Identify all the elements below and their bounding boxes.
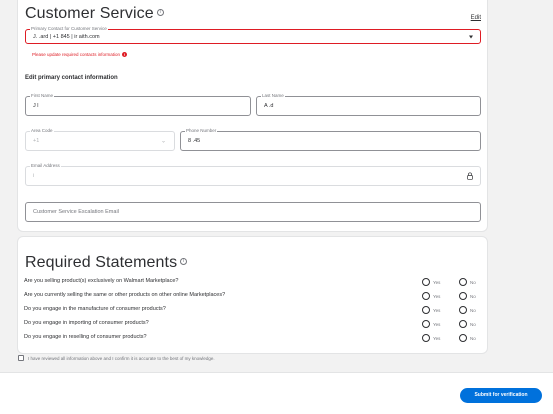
- primary-contact-label: Primary Contact for Customer Service: [30, 26, 108, 32]
- question-text: Do you engage in importing of consumer p…: [24, 320, 149, 326]
- radio-circle[interactable]: [422, 334, 430, 342]
- question-text: Are you selling product(s) exclusively o…: [24, 278, 179, 284]
- last-name-label: Last Name: [261, 93, 285, 99]
- no-radio[interactable]: No: [459, 334, 476, 342]
- question-text: Do you engage in the manufacture of cons…: [24, 306, 166, 312]
- info-icon[interactable]: i: [156, 9, 164, 17]
- area-code-select: Area Code +1 ⌄: [25, 128, 175, 151]
- yes-label: Yes: [433, 279, 441, 285]
- escalation-email-field[interactable]: Customer Service Escalation Email: [25, 202, 481, 222]
- edit-link[interactable]: Edit: [471, 15, 481, 21]
- last-name-field[interactable]: Last Name A .d: [256, 93, 481, 116]
- no-radio[interactable]: No: [459, 306, 476, 314]
- error-text: Please update required contacts informat…: [32, 52, 121, 57]
- caret-down-icon[interactable]: [469, 35, 473, 38]
- yes-radio[interactable]: Yes: [422, 334, 440, 342]
- yes-radio[interactable]: Yes: [422, 292, 440, 300]
- phone-number-value: 8 .45: [188, 138, 201, 144]
- area-code-label: Area Code: [30, 128, 54, 134]
- first-name-field[interactable]: First Name J l: [25, 93, 251, 116]
- first-name-value: J l: [33, 103, 39, 109]
- chevron-down-icon: ⌄: [160, 138, 166, 145]
- email-value: i: [33, 173, 35, 179]
- radio-circle[interactable]: [459, 278, 467, 286]
- footer-bar: Submit for verification: [0, 372, 553, 414]
- info-icon[interactable]: i: [180, 258, 188, 266]
- section-title: Required Statements: [25, 254, 178, 271]
- email-label: Email Address: [30, 163, 61, 169]
- section-title: Customer Service: [25, 5, 154, 22]
- radio-circle[interactable]: [422, 320, 430, 328]
- no-label: No: [470, 321, 476, 327]
- primary-contact-error: Please update required contacts informat…: [32, 52, 128, 57]
- email-field: Email Address i: [25, 163, 481, 186]
- no-label: No: [470, 335, 476, 341]
- question-text: Are you currently selling the same or ot…: [24, 292, 226, 298]
- yes-label: Yes: [433, 335, 441, 341]
- area-code-value: +1: [33, 138, 40, 144]
- phone-number-field[interactable]: Phone Number 8 .45: [180, 128, 481, 151]
- yes-label: Yes: [433, 293, 441, 299]
- confirmation-checkbox[interactable]: [18, 355, 24, 361]
- no-radio[interactable]: No: [459, 292, 476, 300]
- yes-radio[interactable]: Yes: [422, 278, 440, 286]
- edit-contact-heading: Edit primary contact information: [25, 75, 118, 81]
- radio-circle[interactable]: [459, 306, 467, 314]
- error-icon: !: [122, 52, 128, 57]
- escalation-email-placeholder: Customer Service Escalation Email: [33, 209, 119, 215]
- no-label: No: [470, 307, 476, 313]
- primary-contact-value: J. .ard | +1 845 | ir aith.com: [33, 33, 100, 40]
- yes-radio[interactable]: Yes: [422, 320, 440, 328]
- phone-number-label: Phone Number: [185, 128, 218, 134]
- confirmation-label: I have reviewed all information above an…: [28, 355, 215, 361]
- first-name-label: First Name: [30, 93, 55, 99]
- yes-label: Yes: [433, 307, 441, 313]
- yes-radio[interactable]: Yes: [422, 306, 440, 314]
- lock-icon: [467, 172, 473, 180]
- customer-service-card: Customer Service i Edit Primary Contact f…: [17, 0, 488, 232]
- no-radio[interactable]: No: [459, 320, 476, 328]
- radio-circle[interactable]: [422, 278, 430, 286]
- required-statements-heading: Required Statements i: [25, 254, 188, 272]
- radio-circle[interactable]: [422, 292, 430, 300]
- no-label: No: [470, 293, 476, 299]
- question-text: Do you engage in reselling of consumer p…: [24, 334, 147, 340]
- no-label: No: [470, 279, 476, 285]
- radio-circle[interactable]: [422, 306, 430, 314]
- last-name-value: A .d: [264, 103, 274, 109]
- no-radio[interactable]: No: [459, 278, 476, 286]
- confirmation-row: I have reviewed all information above an…: [18, 355, 215, 361]
- yes-label: Yes: [433, 321, 441, 327]
- primary-contact-select[interactable]: Primary Contact for Customer Service J. …: [25, 26, 481, 44]
- radio-circle[interactable]: [459, 320, 467, 328]
- radio-circle[interactable]: [459, 334, 467, 342]
- customer-service-heading: Customer Service i: [25, 5, 164, 23]
- radio-circle[interactable]: [459, 292, 467, 300]
- submit-for-verification-button[interactable]: Submit for verification: [460, 388, 542, 403]
